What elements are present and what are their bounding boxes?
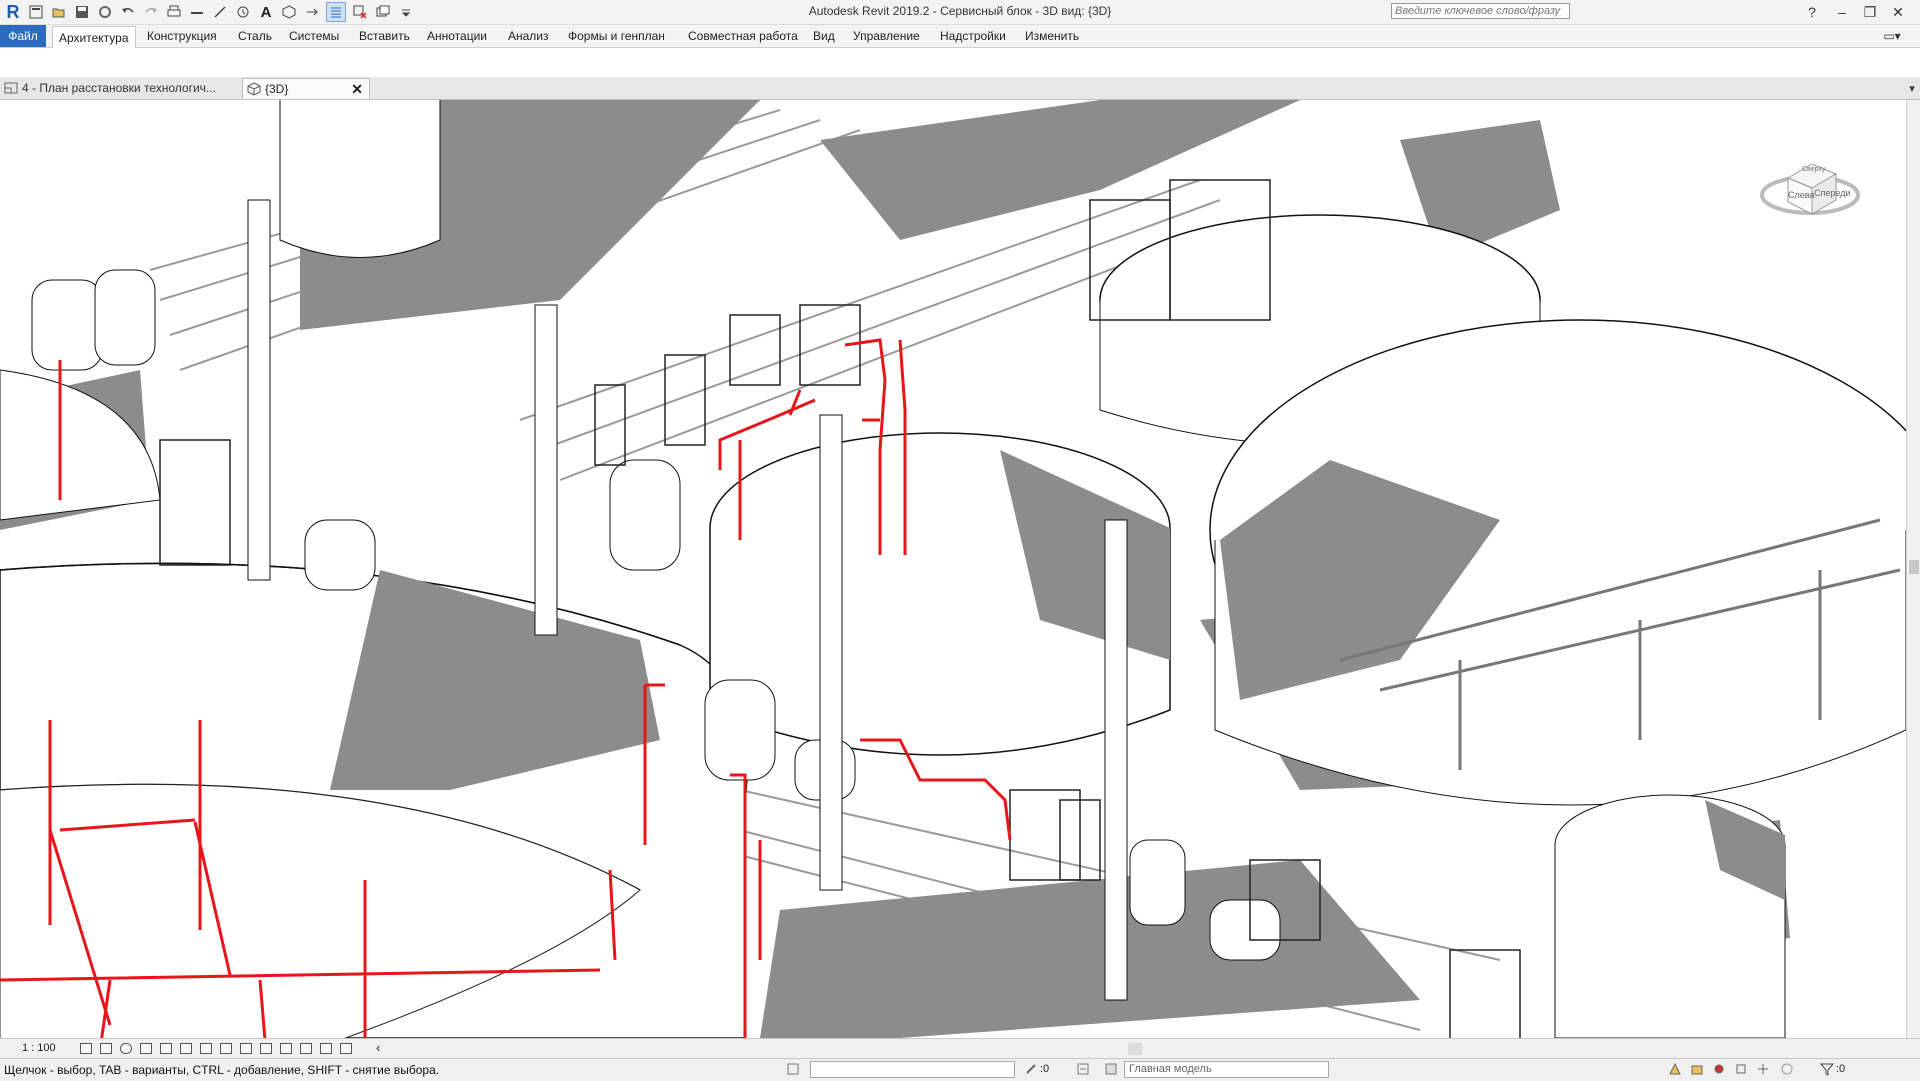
tab-architecture[interactable]: Архитектура xyxy=(52,26,136,48)
print-icon[interactable] xyxy=(165,3,183,21)
filter-icon[interactable] xyxy=(1820,1062,1834,1076)
show-crop-icon[interactable] xyxy=(200,1043,212,1054)
revit-logo[interactable]: R xyxy=(4,3,22,21)
tab-label: 4 - План расстановки технологич... xyxy=(22,81,216,95)
restore-icon[interactable]: ❐ xyxy=(1858,2,1882,22)
status-hint: Щелчок - выбор, TAB - варианты, CTRL - д… xyxy=(4,1063,440,1077)
close-tab-icon[interactable]: ✕ xyxy=(351,79,363,100)
tab-addins[interactable]: Надстройки xyxy=(934,25,1012,47)
thin-lines-icon[interactable] xyxy=(326,2,346,22)
ribbon-tab-bar: Файл Архитектура Конструкция Сталь Систе… xyxy=(0,25,1920,48)
view-tab-bar: 4 - План расстановки технологич... {3D} … xyxy=(0,77,1920,100)
redo-icon[interactable] xyxy=(142,3,160,21)
save-icon[interactable] xyxy=(73,3,91,21)
worksets-icon[interactable] xyxy=(786,1062,800,1076)
visual-style-icon[interactable] xyxy=(100,1043,112,1054)
close-icon[interactable]: ✕ xyxy=(1886,2,1910,22)
select-by-face-icon[interactable] xyxy=(1734,1062,1748,1076)
title-bar: R A Autodesk Revit 2019.2 - Сервисный бл… xyxy=(0,0,1920,25)
switch-windows-icon[interactable] xyxy=(374,3,392,21)
worksharing-display-icon[interactable] xyxy=(340,1043,352,1054)
viewcube-left-face[interactable]: Слева xyxy=(1788,190,1814,200)
tank-large-front[interactable] xyxy=(0,562,749,1038)
shadows-icon[interactable] xyxy=(140,1043,152,1054)
tag-icon[interactable] xyxy=(234,3,252,21)
model-canvas[interactable] xyxy=(0,100,1906,1038)
viewcube-front-face[interactable]: Спереди xyxy=(1814,188,1850,198)
view-control-bar: 1 : 100 ‹ xyxy=(0,1038,1920,1059)
undo-icon[interactable] xyxy=(119,3,137,21)
view-scale[interactable]: 1 : 100 xyxy=(22,1042,56,1054)
dimension-icon[interactable] xyxy=(211,3,229,21)
tab-view[interactable]: Вид xyxy=(807,25,841,47)
tank-large-right[interactable] xyxy=(1209,319,1906,806)
select-links-icon[interactable] xyxy=(1668,1062,1682,1076)
scroll-thumb[interactable] xyxy=(1909,560,1919,574)
horizontal-scroll-thumb[interactable] xyxy=(1128,1043,1142,1055)
sync-icon[interactable] xyxy=(96,3,114,21)
tab-3d-view[interactable]: {3D} ✕ xyxy=(242,78,370,99)
tank-small-right[interactable] xyxy=(1554,794,1786,1038)
highlight-displacement-icon[interactable] xyxy=(300,1043,312,1054)
customize-icon[interactable] xyxy=(397,3,415,21)
crop-view-icon[interactable] xyxy=(180,1043,192,1054)
menu-file[interactable]: Файл xyxy=(0,25,46,47)
select-pinned-icon[interactable] xyxy=(1712,1062,1726,1076)
tab-massing-site[interactable]: Формы и генплан xyxy=(562,25,671,47)
close-hidden-icon[interactable] xyxy=(351,3,369,21)
tab-label: {3D} xyxy=(265,82,289,96)
3d-view-icon[interactable] xyxy=(280,3,298,21)
scroll-left-icon[interactable]: ‹ xyxy=(376,1040,380,1055)
filter-count: :0 xyxy=(1836,1063,1846,1075)
tab-collaborate[interactable]: Совместная работа xyxy=(682,25,804,47)
tab-manage[interactable]: Управление xyxy=(847,25,926,47)
tab-insert[interactable]: Вставить xyxy=(353,25,416,47)
3d-viewport[interactable]: Слева Спереди Сверху xyxy=(0,100,1906,1038)
detail-level-icon[interactable] xyxy=(80,1043,92,1054)
unlocked-view-icon[interactable] xyxy=(220,1043,232,1054)
drag-elements-icon[interactable] xyxy=(1756,1062,1770,1076)
tab-annotate[interactable]: Аннотации xyxy=(421,25,493,47)
vertical-scrollbar[interactable] xyxy=(1906,100,1920,1038)
exclude-options-icon[interactable] xyxy=(1104,1062,1118,1076)
viewcube[interactable]: Слева Спереди Сверху xyxy=(1760,150,1860,220)
tab-structure[interactable]: Конструкция xyxy=(141,25,223,47)
design-options-icon[interactable] xyxy=(1076,1062,1090,1076)
tab-systems[interactable]: Системы xyxy=(283,25,345,47)
editable-only-icon[interactable] xyxy=(1024,1062,1038,1076)
analytical-model-icon[interactable] xyxy=(280,1043,292,1054)
sun-path-icon[interactable] xyxy=(120,1043,132,1054)
measure-icon[interactable] xyxy=(188,3,206,21)
tank-center[interactable] xyxy=(709,432,1171,756)
section-icon[interactable] xyxy=(303,3,321,21)
open-icon[interactable] xyxy=(50,3,68,21)
ribbon-toggle-icon[interactable]: ▭▾ xyxy=(1880,26,1904,46)
tab-floor-plan[interactable]: 4 - План расстановки технологич... xyxy=(0,78,240,99)
background-process-icon[interactable] xyxy=(1780,1062,1794,1076)
floor-plan-icon xyxy=(4,82,18,94)
tab-analyze[interactable]: Анализ xyxy=(502,25,555,47)
search-input[interactable] xyxy=(1391,3,1570,19)
tab-steel[interactable]: Сталь xyxy=(232,25,278,47)
workset-dropdown[interactable] xyxy=(810,1061,1015,1078)
quick-access-toolbar: R A xyxy=(4,2,420,22)
minimize-icon[interactable]: – xyxy=(1830,2,1854,22)
help-icon[interactable]: ? xyxy=(1800,2,1824,22)
app-menu-icon[interactable] xyxy=(27,3,45,21)
temp-hide-icon[interactable] xyxy=(240,1043,252,1054)
reveal-constraints-icon[interactable] xyxy=(320,1043,332,1054)
main-model-dropdown[interactable]: Главная модель xyxy=(1124,1061,1329,1078)
reveal-hidden-icon[interactable] xyxy=(260,1043,272,1054)
3d-view-icon xyxy=(247,82,261,96)
workset-count: :0 xyxy=(1040,1063,1050,1075)
status-bar: Щелчок - выбор, TAB - варианты, CTRL - д… xyxy=(0,1058,1920,1081)
text-icon[interactable]: A xyxy=(257,3,275,21)
tab-list-icon[interactable]: ▾ xyxy=(1900,78,1920,98)
viewcube-top-face[interactable]: Сверху xyxy=(1802,166,1825,173)
tab-modify[interactable]: Изменить xyxy=(1019,25,1085,47)
render-icon[interactable] xyxy=(160,1043,172,1054)
select-underlay-icon[interactable] xyxy=(1690,1062,1704,1076)
